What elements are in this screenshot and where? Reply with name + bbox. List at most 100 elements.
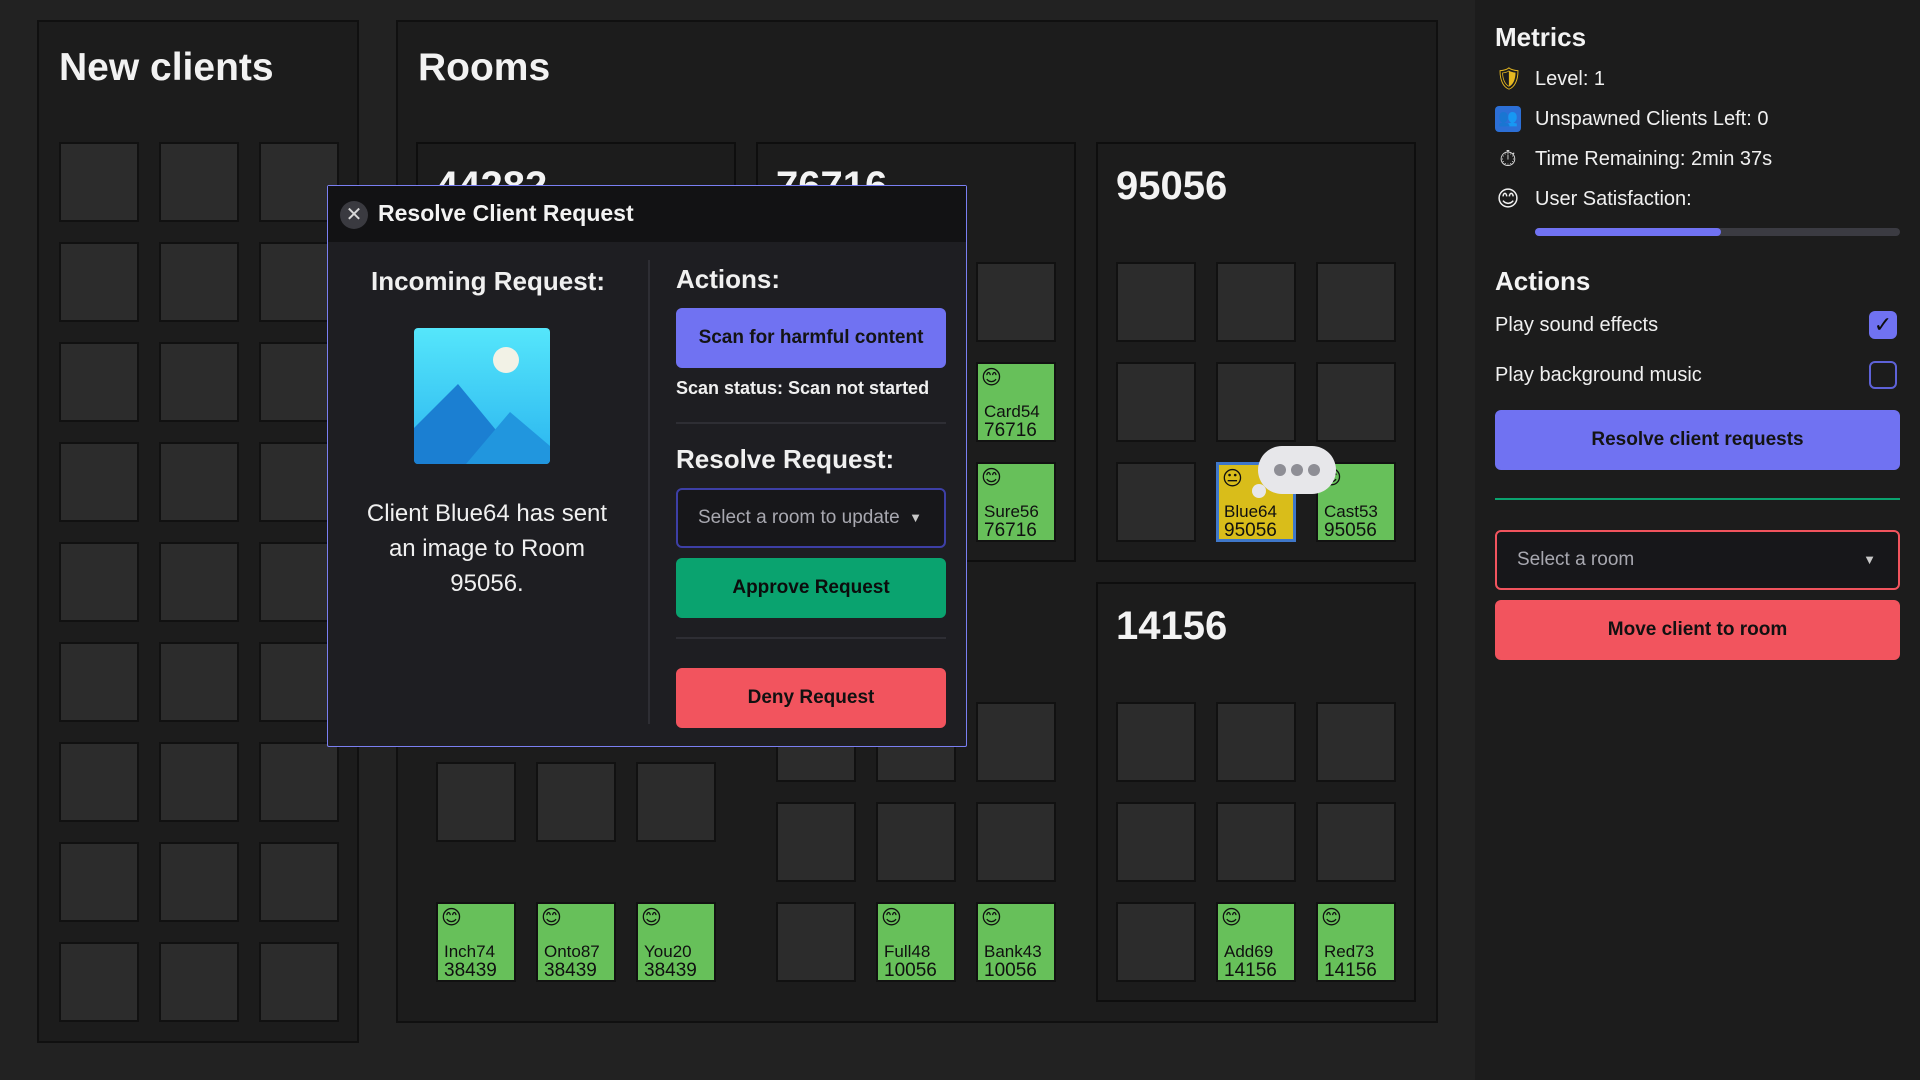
client-tile[interactable]: 😊 Inch74 38439 [436, 902, 516, 982]
client-name: Add69 [1224, 942, 1274, 961]
satisfaction-progress-fill [1535, 228, 1722, 236]
sound-effects-checkbox[interactable]: ✓ [1869, 311, 1897, 339]
satisfaction-emoji-icon: 😊 [1221, 907, 1242, 929]
incoming-request-title: Incoming Request: [370, 266, 605, 296]
empty-client-slot [259, 742, 339, 822]
client-room: 38439 [544, 960, 597, 981]
client-room: 14156 [1324, 960, 1377, 981]
client-tile[interactable]: 😊 Add69 14156 [1216, 902, 1296, 982]
actions-title: Actions [1495, 266, 1591, 296]
sound-effects-label: Play sound effects [1495, 314, 1659, 336]
client-tile[interactable]: 😊 Full48 10056 [876, 902, 956, 982]
client-room: 38439 [644, 960, 697, 981]
client-room: 38439 [444, 960, 497, 981]
satisfaction-progress-bar [1535, 228, 1900, 236]
satisfaction-emoji-icon: 😊 [541, 907, 562, 929]
empty-client-slot [59, 642, 139, 722]
empty-client-slot [59, 842, 139, 922]
scan-button[interactable]: Scan for harmful content [676, 308, 946, 368]
new-clients-title: New clients [59, 46, 274, 89]
resolve-request-title: Resolve Request: [676, 444, 895, 474]
client-tile[interactable]: 😊 Sure56 76716 [976, 462, 1056, 542]
client-room: 10056 [884, 960, 937, 981]
client-name: Full48 [884, 942, 931, 961]
speech-bubble-icon[interactable] [1252, 446, 1336, 498]
new-clients-panel: New clients [37, 20, 359, 1043]
satisfaction-emoji-icon: 😊 [441, 907, 462, 929]
modal-title: Resolve Client Request [378, 200, 634, 226]
background-music-checkbox[interactable] [1869, 361, 1897, 389]
empty-client-slot [59, 142, 139, 222]
scan-status: Scan status: Scan not started [676, 378, 930, 398]
client-name: Onto87 [544, 942, 600, 961]
room-select-dropdown[interactable]: Select a room to update ▼ [676, 488, 946, 548]
room-card[interactable]: 95056 😐Blue6495056 😊Cast5395056 [1096, 142, 1416, 562]
actions-title: Actions: [676, 264, 780, 294]
empty-client-slot [59, 442, 139, 522]
empty-client-slot [159, 642, 239, 722]
empty-client-slot [159, 442, 239, 522]
room-card[interactable]: 14156 😊 Add69 14156 😊 Red73 14156 [1096, 582, 1416, 1002]
empty-client-slot [259, 842, 339, 922]
empty-client-slot [59, 242, 139, 322]
client-room: 10056 [984, 960, 1037, 981]
stopwatch-icon: ⏱ [1499, 146, 1517, 171]
metrics-title: Metrics [1495, 22, 1587, 52]
satisfaction-emoji-icon: 😊 [641, 907, 662, 929]
satisfaction-emoji-icon: 😊 [981, 367, 1002, 389]
empty-client-slot [159, 242, 239, 322]
sidebar: Metrics 🛡 Level: 1 👥 Unspawned Clients L… [1475, 0, 1920, 1080]
approve-request-button[interactable]: Approve Request [676, 558, 946, 618]
room-select-placeholder: Select a room to update [698, 507, 900, 528]
room-select-dropdown[interactable]: Select a room ▼ [1495, 530, 1900, 590]
client-name: Bank43 [984, 942, 1042, 961]
close-icon[interactable]: ✕ [340, 201, 368, 229]
resolve-request-modal: ✕ Resolve Client Request Incoming Reques… [327, 185, 967, 747]
modal-header: ✕ Resolve Client Request [328, 186, 966, 242]
client-name: Blue64 [1224, 502, 1277, 521]
section-divider [676, 637, 946, 639]
shield-icon: 🛡 [1495, 66, 1523, 91]
client-tile[interactable]: 😊 You20 38439 [636, 902, 716, 982]
unspawned-label: Unspawned Clients Left: 0 [1535, 108, 1769, 130]
satisfaction-emoji-icon: 😊 [881, 907, 902, 929]
resolve-client-requests-button[interactable]: Resolve client requests [1495, 410, 1900, 470]
empty-client-slot [59, 742, 139, 822]
empty-client-slot [159, 542, 239, 622]
room-number: 14156 [1116, 604, 1228, 648]
request-description: Client Blue64 has sent an image to Room … [366, 500, 608, 597]
empty-client-slot [159, 342, 239, 422]
users-icon: 👥 [1495, 106, 1521, 132]
time-remaining-label: Time Remaining: 2min 37s [1535, 148, 1773, 170]
client-room: 14156 [1224, 960, 1277, 981]
modal-divider [648, 260, 650, 724]
client-room: 95056 [1224, 520, 1277, 541]
empty-client-slot [159, 842, 239, 922]
move-client-button[interactable]: Move client to room [1495, 600, 1900, 660]
empty-client-slot [59, 542, 139, 622]
client-room: 76716 [984, 520, 1037, 541]
background-music-label: Play background music [1495, 364, 1702, 386]
client-tile[interactable]: 😊 Card54 76716 [976, 362, 1056, 442]
satisfaction-label: User Satisfaction: [1535, 188, 1692, 210]
client-tile[interactable]: 😊 Bank43 10056 [976, 902, 1056, 982]
level-label: Level: 1 [1535, 68, 1606, 90]
satisfaction-emoji-icon: 😐 [1222, 468, 1243, 490]
satisfaction-emoji-icon: 😊 [981, 467, 1002, 489]
client-tile[interactable]: 😊 Onto87 38439 [536, 902, 616, 982]
deny-request-button[interactable]: Deny Request [676, 668, 946, 728]
client-name: Cast53 [1324, 502, 1378, 521]
empty-client-slot [159, 742, 239, 822]
client-name: Sure56 [984, 502, 1039, 521]
client-tile[interactable]: 😊 Red73 14156 [1316, 902, 1396, 982]
client-name: Inch74 [444, 942, 496, 961]
client-name: You20 [644, 942, 692, 961]
smiley-icon: 😊 [1496, 186, 1520, 211]
empty-client-slot [159, 142, 239, 222]
image-icon [414, 328, 550, 464]
sidebar-divider [1495, 498, 1900, 500]
empty-client-slot [59, 942, 139, 1022]
empty-client-slot [59, 342, 139, 422]
client-name: Red73 [1324, 942, 1375, 961]
room-number: 95056 [1116, 164, 1228, 208]
